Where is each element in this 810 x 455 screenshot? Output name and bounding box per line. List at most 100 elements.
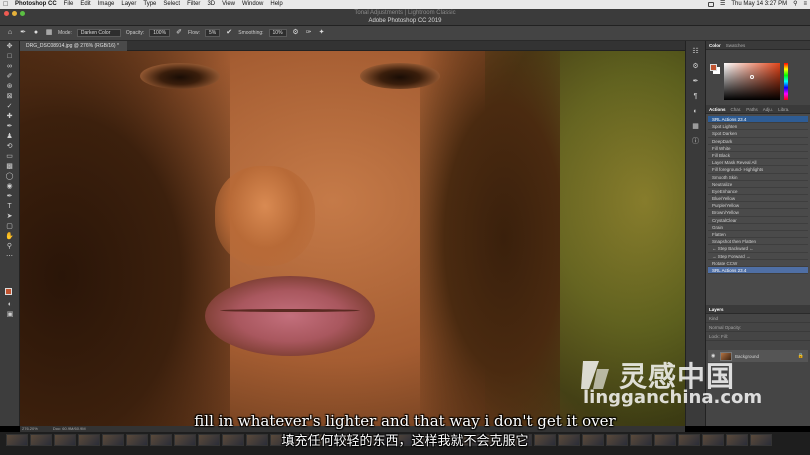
- color-picker-ring[interactable]: [750, 75, 754, 79]
- action-item[interactable]: Brown/Yellow: [708, 209, 808, 217]
- document-tab[interactable]: DRG_DSC08914.jpg @ 276% (RGB/16) *: [20, 41, 127, 51]
- quick-select-tool-icon[interactable]: ✐: [4, 72, 16, 81]
- brush-tool-icon[interactable]: ✒: [19, 29, 27, 37]
- notification-center-icon[interactable]: ≡: [803, 0, 807, 9]
- apple-icon[interactable]: : [3, 0, 11, 9]
- tab-actions[interactable]: Actions: [709, 105, 726, 113]
- zoom-tool-icon[interactable]: ⚲: [4, 242, 16, 251]
- layer-filter-row[interactable]: Kind: [706, 314, 810, 323]
- menu-window[interactable]: Window: [242, 0, 263, 9]
- action-set-header[interactable]: SRL Actions 23.4: [708, 116, 808, 124]
- airbrush-icon[interactable]: ✔: [225, 29, 233, 37]
- move-tool-icon[interactable]: ✥: [4, 42, 16, 51]
- opacity-field[interactable]: 100%: [149, 29, 171, 37]
- menu-3d[interactable]: 3D: [207, 0, 215, 9]
- lasso-tool-icon[interactable]: ∞: [4, 62, 16, 71]
- blend-mode-row[interactable]: Normal Opacity:: [706, 323, 810, 332]
- spotlight-search-icon[interactable]: ⚲: [793, 0, 797, 9]
- action-item[interactable]: Grain: [708, 224, 808, 231]
- screen-mode-icon[interactable]: ▣: [4, 310, 16, 319]
- action-item[interactable]: Snapshot then Flatten: [708, 238, 808, 246]
- action-item[interactable]: Neutralize: [708, 181, 808, 188]
- more-tools-icon[interactable]: ⋯: [4, 252, 16, 261]
- flow-field[interactable]: 5%: [205, 29, 221, 37]
- menu-view[interactable]: View: [222, 0, 235, 9]
- eyedropper-tool-icon[interactable]: ✓: [4, 102, 16, 111]
- clone-stamp-tool-icon[interactable]: ♟: [4, 132, 16, 141]
- shape-tool-icon[interactable]: ▢: [4, 222, 16, 231]
- action-item[interactable]: Rotate CCW: [708, 260, 808, 267]
- frame-tool-icon[interactable]: ⊠: [4, 92, 16, 101]
- eraser-tool-icon[interactable]: ▭: [4, 152, 16, 161]
- crop-tool-icon[interactable]: ⊛: [4, 82, 16, 91]
- action-item-selected[interactable]: SRL Actions 23.4: [708, 266, 808, 275]
- action-item[interactable]: Spot Lighten: [708, 123, 808, 131]
- action-item[interactable]: Fill Black: [708, 152, 808, 160]
- wifi-icon[interactable]: ☰: [720, 0, 725, 9]
- action-item[interactable]: Smooth Skin: [708, 174, 808, 181]
- symmetry-icon[interactable]: ✦: [318, 29, 326, 37]
- brush-settings-panel-icon[interactable]: ✒: [691, 77, 701, 86]
- mode-select[interactable]: Darken Color: [76, 29, 121, 37]
- adjustments-panel-icon[interactable]: ◐: [691, 107, 701, 116]
- properties-panel-icon[interactable]: ⚙: [691, 62, 701, 71]
- history-brush-tool-icon[interactable]: ⟲: [4, 142, 16, 151]
- hand-tool-icon[interactable]: ✋: [4, 232, 16, 241]
- action-item[interactable]: CrystalClear: [708, 217, 808, 224]
- smoothing-settings-icon[interactable]: ⚙: [292, 29, 300, 37]
- tab-character[interactable]: Char.: [731, 105, 742, 113]
- menu-layer[interactable]: Layer: [121, 0, 136, 9]
- info-panel-icon[interactable]: ⓘ: [691, 137, 701, 146]
- smoothing-field[interactable]: 10%: [268, 29, 287, 37]
- color-panel-foreground-swatch[interactable]: [710, 64, 717, 71]
- path-select-tool-icon[interactable]: ➤: [4, 212, 16, 221]
- action-item[interactable]: EyeEnhance: [708, 188, 808, 196]
- menu-select[interactable]: Select: [163, 0, 180, 9]
- tab-layers[interactable]: Layers: [709, 305, 724, 313]
- brush-tool-icon[interactable]: ✒: [4, 122, 16, 131]
- action-item[interactable]: Fill foreground- Highlights: [708, 166, 808, 174]
- brush-size-icon[interactable]: ●: [32, 29, 40, 37]
- menu-edit[interactable]: Edit: [80, 0, 90, 9]
- styles-panel-icon[interactable]: ▦: [691, 122, 701, 131]
- action-item[interactable]: → Step Forward →: [708, 253, 808, 260]
- tab-paths[interactable]: Paths: [746, 105, 758, 113]
- action-item[interactable]: ← Step Backward ←: [708, 245, 808, 253]
- action-item[interactable]: Flatten: [708, 231, 808, 239]
- type-tool-icon[interactable]: T: [4, 202, 16, 211]
- tab-libraries[interactable]: Libra.: [778, 105, 789, 113]
- paragraph-panel-icon[interactable]: ¶: [691, 92, 701, 101]
- pressure-opacity-icon[interactable]: ✐: [175, 29, 183, 37]
- tab-color[interactable]: Color: [709, 41, 721, 49]
- dodge-tool-icon[interactable]: ◉: [4, 182, 16, 191]
- brush-settings-icon[interactable]: ▦: [45, 29, 53, 37]
- home-icon[interactable]: ⌂: [6, 29, 14, 37]
- gradient-tool-icon[interactable]: ▩: [4, 162, 16, 171]
- menu-app-name[interactable]: Photoshop CC: [15, 0, 57, 9]
- menu-file[interactable]: File: [64, 0, 74, 9]
- action-item[interactable]: Blue/Yellow: [708, 195, 808, 203]
- pen-tool-icon[interactable]: ✒: [4, 192, 16, 201]
- pressure-size-icon[interactable]: ✑: [305, 29, 313, 37]
- color-picker-field[interactable]: [724, 63, 780, 100]
- tab-swatches[interactable]: Swatches: [726, 41, 746, 49]
- menu-image[interactable]: Image: [98, 0, 115, 9]
- menu-type[interactable]: Type: [143, 0, 156, 9]
- lock-row[interactable]: Lock: Fill:: [706, 332, 810, 341]
- action-item[interactable]: Layer Mask Reveal All: [708, 159, 808, 167]
- blur-tool-icon[interactable]: ◯: [4, 172, 16, 181]
- action-item[interactable]: Spot Darken: [708, 130, 808, 138]
- history-panel-icon[interactable]: ☷: [691, 47, 701, 56]
- clock[interactable]: Thu May 14 3:27 PM: [731, 0, 787, 9]
- hue-slider[interactable]: [784, 63, 788, 100]
- menu-filter[interactable]: Filter: [187, 0, 200, 9]
- marquee-tool-icon[interactable]: □: [4, 52, 16, 61]
- tab-adjustments[interactable]: Adju.: [763, 105, 773, 113]
- action-item[interactable]: DeepDark: [708, 138, 808, 145]
- foreground-color-swatch[interactable]: [5, 288, 12, 295]
- action-item[interactable]: Purple/Yellow: [708, 202, 808, 210]
- battery-icon[interactable]: [707, 2, 714, 7]
- healing-tool-icon[interactable]: ✚: [4, 112, 16, 121]
- menu-help[interactable]: Help: [270, 0, 282, 9]
- quick-mask-icon[interactable]: ◐: [4, 300, 16, 309]
